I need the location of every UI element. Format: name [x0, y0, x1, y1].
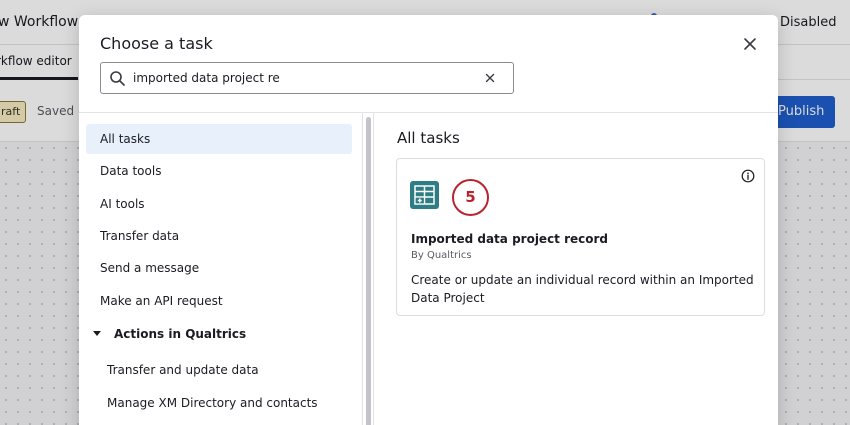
task-provider: By Qualtrics	[411, 250, 472, 261]
search-box	[100, 62, 514, 94]
caret-down-icon	[93, 331, 101, 336]
modal-title: Choose a task	[100, 34, 213, 53]
task-description: Create or update an individual record wi…	[411, 273, 754, 305]
nav-item-send-message[interactable]: Send a message	[86, 253, 352, 283]
task-category-nav: All tasks Data tools AI tools Transfer d…	[79, 113, 362, 425]
search-input[interactable]	[133, 67, 473, 89]
choose-task-modal: Choose a task All tasks Data tools AI to…	[79, 15, 778, 425]
nav-item-all-tasks[interactable]: All tasks	[86, 124, 352, 154]
nav-section-label: Actions in Qualtrics	[114, 327, 247, 341]
clear-icon	[485, 73, 495, 83]
task-card-imported-data-project-record[interactable]: 5 Imported data project record By Qualtr…	[396, 158, 765, 316]
nav-scrollbar[interactable]	[362, 113, 374, 425]
info-icon[interactable]	[741, 169, 755, 183]
nav-item-transfer-update-data[interactable]: Transfer and update data	[86, 355, 352, 385]
panel-title: All tasks	[397, 129, 460, 147]
nav-item-ai-tools[interactable]: AI tools	[86, 189, 352, 219]
nav-item-transfer-data[interactable]: Transfer data	[86, 221, 352, 251]
clear-search-button[interactable]	[484, 72, 496, 84]
task-name: Imported data project record	[411, 232, 609, 246]
close-button[interactable]	[741, 35, 759, 53]
step-number-badge: 5	[452, 179, 489, 216]
nav-item-manage-xm-directory[interactable]: Manage XM Directory and contacts	[86, 388, 352, 418]
search-icon	[109, 70, 126, 87]
scrollbar-thumb[interactable]	[366, 117, 371, 425]
close-icon	[744, 38, 756, 50]
table-add-icon	[410, 181, 439, 209]
nav-item-api-request[interactable]: Make an API request	[86, 286, 352, 316]
nav-section-actions-in-qualtrics[interactable]: Actions in Qualtrics	[86, 319, 352, 349]
nav-item-data-tools[interactable]: Data tools	[86, 156, 352, 186]
